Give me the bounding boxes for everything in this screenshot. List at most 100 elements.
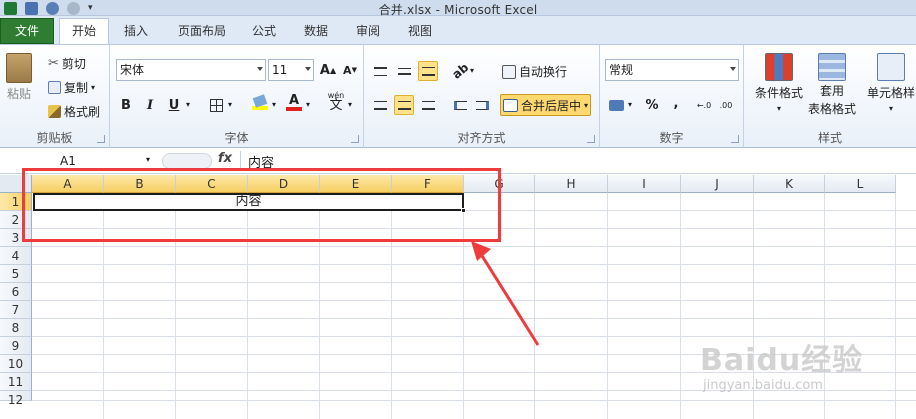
ribbon: 粘贴 ✂ 剪切 复制 ▾ 格式刷 剪贴板 宋体 11 A ▲ A ▼ B I U… xyxy=(0,44,916,148)
increase-decimal-button[interactable]: ←.0 xyxy=(694,95,714,115)
comma-button[interactable]: , xyxy=(666,93,686,113)
column-header-k[interactable]: K xyxy=(754,175,825,193)
align-right-button[interactable] xyxy=(418,95,438,115)
formula-input[interactable]: 内容 xyxy=(248,152,274,171)
row-header-6[interactable]: 6 xyxy=(0,283,32,301)
cut-button[interactable]: ✂ 剪切 xyxy=(48,55,86,72)
column-header-i[interactable]: I xyxy=(608,175,681,193)
column-header-f[interactable]: F xyxy=(392,175,464,193)
wrap-text-button[interactable]: 自动换行 xyxy=(502,63,567,80)
shrink-font-button[interactable]: A ▼ xyxy=(340,60,360,80)
accounting-dropdown-icon[interactable]: ▾ xyxy=(628,100,632,109)
column-header-a[interactable]: A xyxy=(32,175,104,193)
row-header-7[interactable]: 7 xyxy=(0,301,32,319)
fill-handle[interactable] xyxy=(461,208,466,213)
underline-dropdown-icon[interactable]: ▾ xyxy=(186,100,190,109)
row-header-3[interactable]: 3 xyxy=(0,229,32,247)
tab-insert[interactable]: 插入 xyxy=(116,19,156,44)
merge-center-dropdown-icon[interactable]: ▾ xyxy=(584,101,588,110)
formula-bar-resize-handle[interactable] xyxy=(162,153,212,169)
fill-color-dropdown-icon[interactable]: ▾ xyxy=(272,100,276,109)
gridline-vertical xyxy=(607,193,608,419)
column-header-l[interactable]: L xyxy=(825,175,896,193)
bottom-align-button[interactable] xyxy=(418,61,438,81)
copy-button[interactable]: 复制 ▾ xyxy=(48,79,95,96)
decrease-indent-button[interactable] xyxy=(450,95,470,115)
tab-data[interactable]: 数据 xyxy=(296,19,336,44)
copy-dropdown-icon[interactable]: ▾ xyxy=(91,83,95,92)
bold-button[interactable]: B xyxy=(116,95,136,115)
column-header-b[interactable]: B xyxy=(104,175,176,193)
column-header-c[interactable]: C xyxy=(176,175,248,193)
row-header-11[interactable]: 11 xyxy=(0,373,32,391)
font-size-dropdown-icon[interactable] xyxy=(305,67,311,71)
phonetic-dropdown-icon[interactable]: ▾ xyxy=(348,100,352,109)
row-header-4[interactable]: 4 xyxy=(0,247,32,265)
row-header-9[interactable]: 9 xyxy=(0,337,32,355)
merged-cell-a1-f1[interactable]: 内容 xyxy=(33,193,464,211)
name-box[interactable]: A1 xyxy=(0,152,160,170)
fill-color-button[interactable] xyxy=(250,93,270,113)
font-color-dropdown-icon[interactable]: ▾ xyxy=(306,100,310,109)
watermark-brand: Baidu经验 xyxy=(700,343,864,378)
font-name-dropdown-icon[interactable] xyxy=(257,67,263,71)
row-header-5[interactable]: 5 xyxy=(0,265,32,283)
font-name-box[interactable]: 宋体 xyxy=(116,59,266,81)
row-header-10[interactable]: 10 xyxy=(0,355,32,373)
increase-indent-button[interactable] xyxy=(472,95,492,115)
column-header-j[interactable]: J xyxy=(681,175,754,193)
row-header-12[interactable]: 12 xyxy=(0,391,32,407)
row-header-2[interactable]: 2 xyxy=(0,211,32,229)
column-header-g[interactable]: G xyxy=(464,175,535,193)
borders-button[interactable] xyxy=(206,95,226,115)
number-format-dropdown-icon[interactable] xyxy=(730,67,736,71)
gridline-horizontal xyxy=(32,228,916,229)
tab-file[interactable]: 文件 xyxy=(0,18,54,44)
top-align-icon xyxy=(373,66,387,76)
decrease-decimal-button[interactable]: .00 xyxy=(716,95,736,115)
font-color-button[interactable]: A xyxy=(284,93,304,113)
accounting-button[interactable] xyxy=(606,95,626,115)
orientation-button[interactable]: ab xyxy=(449,60,471,81)
tab-review[interactable]: 审阅 xyxy=(350,19,386,44)
font-size-box[interactable]: 11 xyxy=(268,59,314,81)
conditional-format-dropdown-icon[interactable]: ▾ xyxy=(777,104,781,113)
tab-home[interactable]: 开始 xyxy=(59,18,109,45)
tab-formulas[interactable]: 公式 xyxy=(246,19,282,44)
number-launcher-icon[interactable] xyxy=(731,135,739,143)
align-center-button[interactable] xyxy=(394,95,414,115)
font-launcher-icon[interactable] xyxy=(351,135,359,143)
top-align-button[interactable] xyxy=(370,61,390,81)
borders-dropdown-icon[interactable]: ▾ xyxy=(228,100,232,109)
grow-font-button[interactable]: A ▲ xyxy=(318,60,338,80)
row-header-8[interactable]: 8 xyxy=(0,319,32,337)
select-all-corner[interactable] xyxy=(0,175,32,193)
insert-function-icon[interactable]: fx xyxy=(218,151,232,166)
orientation-dropdown-icon[interactable]: ▾ xyxy=(470,66,474,75)
column-header-e[interactable]: E xyxy=(320,175,392,193)
paste-button[interactable]: 粘贴 xyxy=(6,53,32,102)
italic-button[interactable]: I xyxy=(140,95,160,115)
format-as-table-button[interactable]: 套用 表格格式 xyxy=(802,53,862,117)
alignment-launcher-icon[interactable] xyxy=(587,135,595,143)
phonetic-button[interactable]: wén 文 xyxy=(326,91,346,112)
column-header-h[interactable]: H xyxy=(535,175,608,193)
row-header-1[interactable]: 1 xyxy=(0,193,32,211)
clipboard-icon xyxy=(6,53,32,83)
align-left-button[interactable] xyxy=(370,95,390,115)
column-header-d[interactable]: D xyxy=(248,175,320,193)
conditional-format-button[interactable]: 条件格式 ▾ xyxy=(748,53,810,113)
cell-styles-button[interactable]: 单元格样 ▾ xyxy=(862,53,916,113)
format-painter-button[interactable]: 格式刷 xyxy=(48,103,100,120)
underline-button[interactable]: U xyxy=(164,95,184,115)
tab-view[interactable]: 视图 xyxy=(400,19,440,44)
number-format-box[interactable]: 常规 xyxy=(605,59,739,81)
name-box-dropdown-icon[interactable]: ▾ xyxy=(146,155,150,164)
percent-button[interactable]: % xyxy=(642,95,662,115)
format-as-table-label-2: 表格格式 xyxy=(807,102,856,116)
clipboard-launcher-icon[interactable] xyxy=(97,135,105,143)
tab-page-layout[interactable]: 页面布局 xyxy=(170,19,234,44)
merge-center-button[interactable]: 合并后居中 ▾ xyxy=(500,94,592,116)
middle-align-button[interactable] xyxy=(394,61,414,81)
cell-styles-dropdown-icon[interactable]: ▾ xyxy=(889,104,893,113)
